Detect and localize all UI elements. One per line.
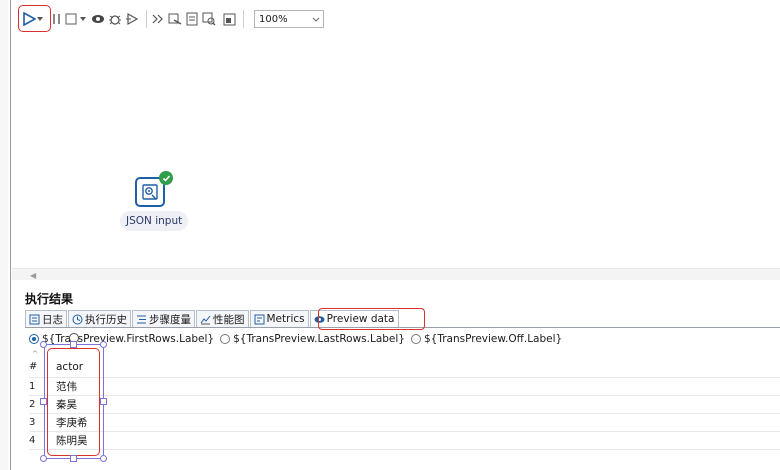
radio-last-rows[interactable] xyxy=(220,334,231,344)
preview-mode-radios: ${TransPreview.FirstRows.Label} ${TransP… xyxy=(29,331,568,347)
preview-button[interactable] xyxy=(91,8,105,30)
show-results-button[interactable] xyxy=(223,8,236,30)
chevron-down-icon xyxy=(80,17,86,21)
scroll-left-icon[interactable]: ◀ xyxy=(30,271,36,280)
resize-handle[interactable] xyxy=(100,455,107,462)
row-number: 2 xyxy=(29,399,36,410)
pause-icon xyxy=(53,14,60,24)
history-icon xyxy=(72,314,83,324)
stop-button[interactable] xyxy=(65,8,77,30)
resize-handle[interactable] xyxy=(70,341,77,348)
resize-handle[interactable] xyxy=(100,341,107,348)
row-number: 3 xyxy=(29,417,36,428)
metrics-icon xyxy=(254,314,264,324)
explore-db-button[interactable] xyxy=(202,8,216,30)
verify-button[interactable] xyxy=(151,8,165,30)
tab-performance-graph-label: 性能图 xyxy=(213,313,245,326)
replay-icon xyxy=(126,12,139,26)
tab-step-metrics-label: 步骤度量 xyxy=(149,313,191,326)
table-row[interactable]: 1 范伟 xyxy=(29,378,780,396)
preview-table: ^ # actor 1 范伟 2 秦昊 3 李庚希 4 陈明昊 xyxy=(29,350,780,450)
toolbar-separator xyxy=(243,10,244,28)
json-input-icon xyxy=(142,184,158,200)
tab-history[interactable]: 执行历史 xyxy=(68,310,131,327)
sql-button[interactable] xyxy=(185,8,199,30)
tab-history-label: 执行历史 xyxy=(85,313,127,326)
json-input-step[interactable]: JSON input xyxy=(120,171,200,237)
stop-icon xyxy=(65,13,77,25)
resize-handle[interactable] xyxy=(40,341,47,348)
preview-icon xyxy=(92,15,104,23)
table-header-row: ^ # actor xyxy=(29,350,780,378)
tab-metrics-label: Metrics xyxy=(266,313,305,325)
sort-indicator-icon[interactable]: ^ xyxy=(32,350,38,358)
toolbar-separator xyxy=(146,10,147,28)
chevron-down-icon xyxy=(309,11,323,27)
pause-button[interactable] xyxy=(52,8,62,30)
log-icon xyxy=(29,314,40,324)
chart-icon xyxy=(200,315,211,324)
table-row[interactable]: 2 秦昊 xyxy=(29,396,780,414)
radio-last-rows-label: ${TransPreview.LastRows.Label} xyxy=(233,333,405,345)
json-input-step-label: JSON input xyxy=(120,211,189,231)
analyze-impact-icon xyxy=(168,13,182,25)
left-gutter xyxy=(0,0,8,470)
radio-off[interactable] xyxy=(411,334,421,344)
app-window: 100% JSON input ◀ 执行结果 日志 执行历史 步骤度量 性能图 … xyxy=(0,0,780,470)
results-panel-title: 执行结果 xyxy=(25,292,74,306)
row-number: 4 xyxy=(29,435,36,446)
table-row[interactable]: 4 陈明昊 xyxy=(29,432,780,450)
row-number-header: # xyxy=(29,361,38,372)
run-highlight-annotation xyxy=(18,5,51,32)
table-row[interactable]: 3 李庚希 xyxy=(29,414,780,432)
radio-off-label: ${TransPreview.Off.Label} xyxy=(424,333,563,345)
selection-box-annotation xyxy=(44,344,104,459)
stop-options-dropdown[interactable] xyxy=(80,8,86,30)
resize-handle[interactable] xyxy=(40,398,47,405)
toolbar: 100% xyxy=(12,6,780,32)
row-number: 1 xyxy=(29,381,36,392)
preview-tab-highlight-annotation xyxy=(318,308,425,330)
zoom-select[interactable]: 100% xyxy=(254,10,324,28)
resize-handle[interactable] xyxy=(70,455,77,462)
zoom-value: 100% xyxy=(259,13,288,25)
debug-icon xyxy=(109,15,121,25)
resize-handle[interactable] xyxy=(100,398,107,405)
replay-button[interactable] xyxy=(125,8,139,30)
tab-log[interactable]: 日志 xyxy=(25,310,67,327)
verify-icon xyxy=(152,14,163,24)
left-divider xyxy=(10,0,11,470)
canvas-horizontal-scrollbar[interactable]: ◀ xyxy=(12,268,780,280)
show-results-icon xyxy=(223,13,236,25)
analyze-impact-button[interactable] xyxy=(168,8,182,30)
transformation-canvas[interactable]: JSON input xyxy=(12,34,780,274)
explore-db-icon xyxy=(202,12,216,26)
step-metrics-icon xyxy=(137,315,146,323)
tab-metrics[interactable]: Metrics xyxy=(249,310,309,327)
sql-icon xyxy=(186,12,198,26)
resize-handle[interactable] xyxy=(40,455,47,462)
check-icon xyxy=(159,171,173,185)
tab-performance-graph[interactable]: 性能图 xyxy=(196,310,249,327)
debug-button[interactable] xyxy=(108,8,122,30)
tab-step-metrics[interactable]: 步骤度量 xyxy=(132,310,195,327)
tab-log-label: 日志 xyxy=(42,313,63,326)
radio-first-rows[interactable] xyxy=(29,334,39,344)
